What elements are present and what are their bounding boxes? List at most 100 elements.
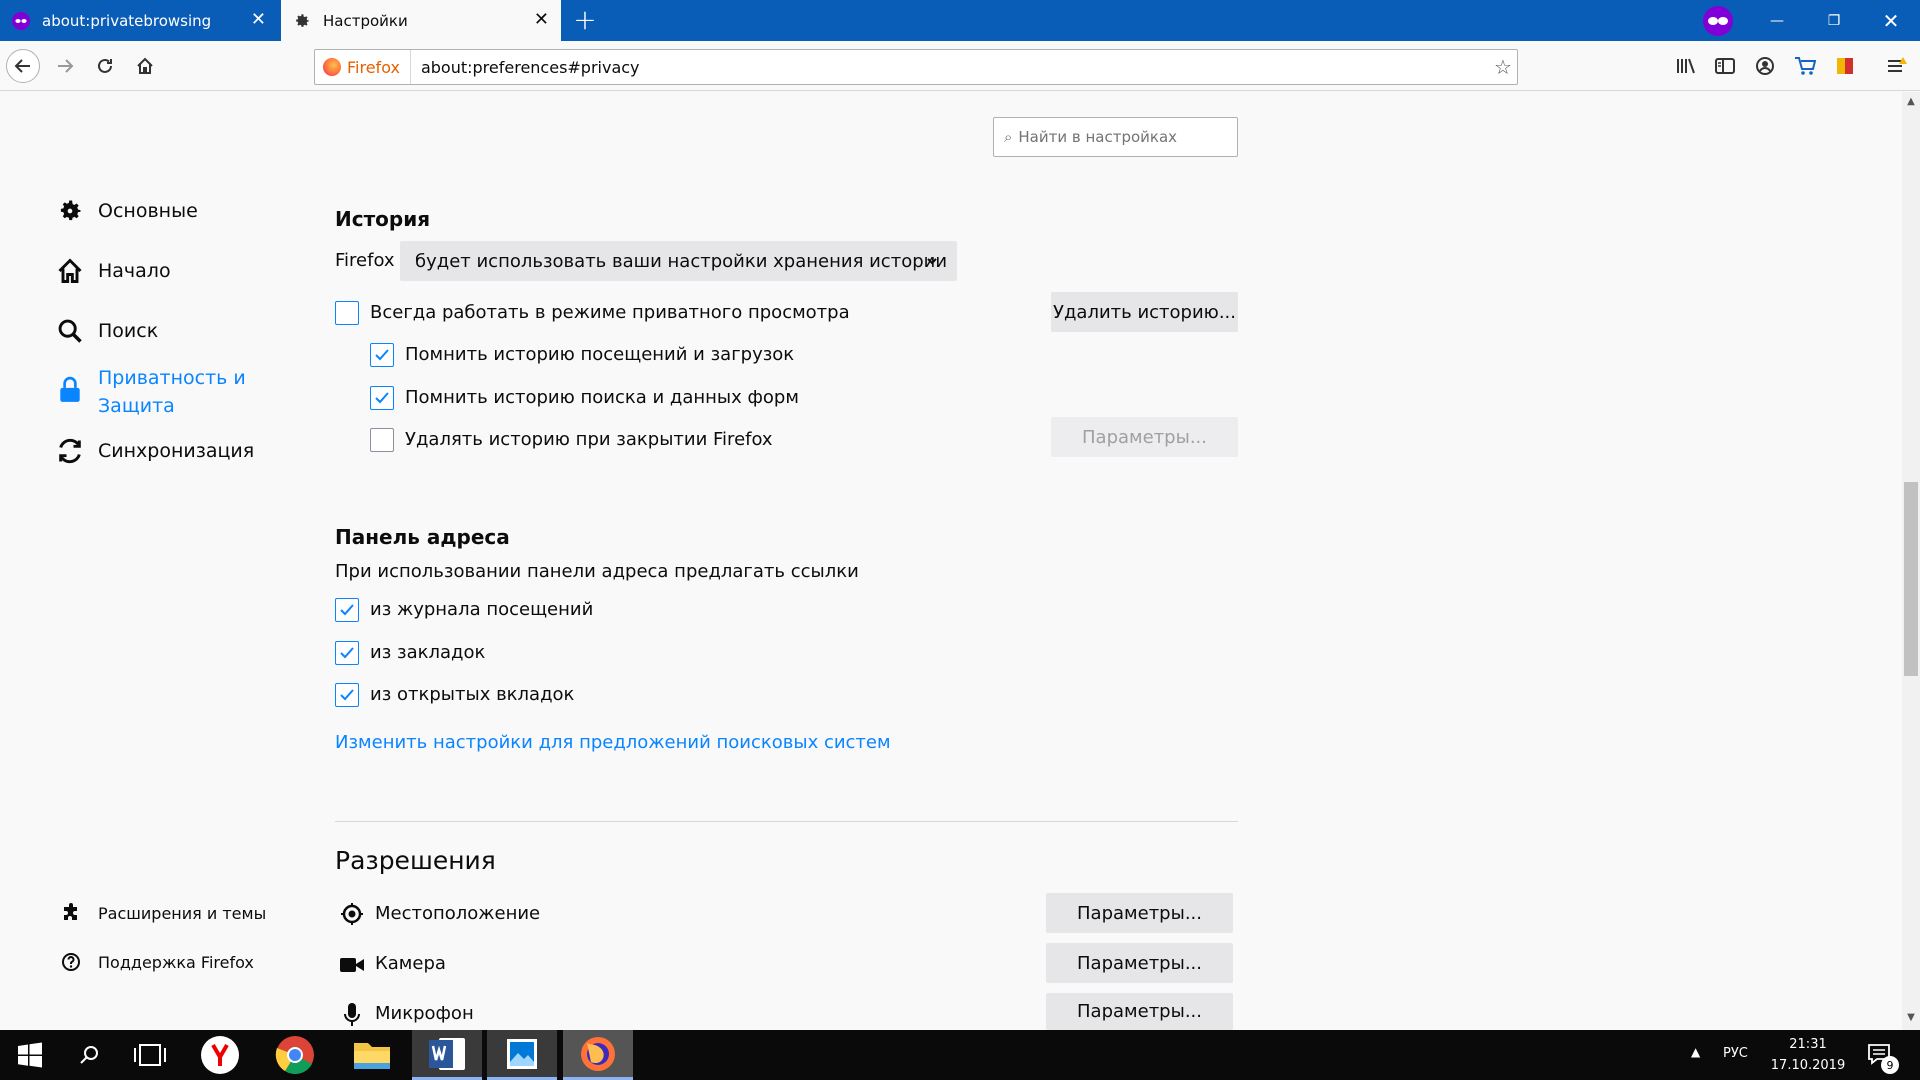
- url-text[interactable]: about:preferences#privacy: [411, 58, 1489, 77]
- tab-private-browsing[interactable]: about:privatebrowsing ✕: [0, 0, 278, 41]
- scroll-up-arrow-icon[interactable]: ▲: [1904, 96, 1918, 107]
- clear-on-close-checkbox[interactable]: [370, 428, 394, 452]
- permission-location-label: Местоположение: [375, 903, 541, 924]
- folder-icon: [354, 1043, 390, 1069]
- sidebar-item-search[interactable]: Поиск: [54, 315, 158, 347]
- clear-on-close-label: Удалять историю при закрытии Firefox: [405, 429, 773, 450]
- suggest-open-tabs-checkbox[interactable]: [335, 683, 359, 707]
- search-placeholder: Найти в настройках: [1018, 128, 1178, 146]
- home-icon: [137, 57, 153, 74]
- history-settings-button[interactable]: Параметры...: [1051, 417, 1238, 457]
- bookmark-extension-button[interactable]: [1828, 49, 1862, 83]
- menu-button[interactable]: [1880, 49, 1914, 83]
- microphone-settings-button[interactable]: Параметры...: [1046, 993, 1233, 1030]
- sidebar-footer-label: Расширения и темы: [98, 903, 267, 923]
- tray-overflow-icon[interactable]: ▲: [1691, 1045, 1700, 1059]
- notification-count-badge: 9: [1881, 1056, 1899, 1074]
- taskbar-file-explorer[interactable]: [342, 1030, 402, 1080]
- scrollbar-thumb[interactable]: [1904, 482, 1918, 676]
- taskbar-firefox[interactable]: [563, 1030, 633, 1080]
- url-bar[interactable]: Firefox about:preferences#privacy ☆: [314, 49, 1518, 85]
- taskbar-chrome[interactable]: [265, 1030, 325, 1080]
- start-button[interactable]: [0, 1030, 60, 1080]
- tab-label: Настройки: [323, 11, 408, 30]
- close-window-button[interactable]: ✕: [1863, 0, 1919, 41]
- suggest-bookmarks-checkbox[interactable]: [335, 641, 359, 665]
- new-tab-button[interactable]: +: [570, 6, 600, 36]
- sidebar-item-home[interactable]: Начало: [54, 255, 171, 287]
- address-bar-heading: Панель адреса: [335, 525, 510, 549]
- identity-label: Firefox: [347, 57, 400, 77]
- remember-search-checkbox[interactable]: [370, 386, 394, 410]
- sidebar-item-label: Основные: [98, 200, 198, 222]
- task-view-icon: [134, 1044, 166, 1066]
- scroll-down-arrow-icon[interactable]: ▼: [1904, 1012, 1918, 1023]
- home-button[interactable]: [128, 49, 162, 83]
- sidebar-footer-support[interactable]: Поддержка Firefox: [60, 952, 254, 972]
- gear-icon: [54, 195, 86, 227]
- close-tab-icon[interactable]: ✕: [534, 10, 549, 30]
- camera-icon: [338, 951, 366, 979]
- taskbar-search-button[interactable]: [60, 1030, 120, 1080]
- language-indicator[interactable]: РУС: [1723, 1046, 1748, 1061]
- sidebar-icon: [1715, 58, 1735, 74]
- sidebar-item-label: Начало: [98, 260, 171, 282]
- history-mode-value: будет использовать ваши настройки хранен…: [415, 250, 948, 272]
- suggest-history-label: из журнала посещений: [370, 599, 594, 620]
- search-suggestions-link[interactable]: Изменить настройки для предложений поиск…: [335, 732, 891, 753]
- remember-visits-label: Помнить историю посещений и загрузок: [405, 344, 795, 365]
- identity-box[interactable]: Firefox: [315, 50, 411, 84]
- checkmark-icon: [340, 647, 354, 659]
- taskbar-photos[interactable]: [487, 1030, 557, 1080]
- close-tab-icon[interactable]: ✕: [251, 10, 266, 30]
- section-divider: [335, 821, 1238, 822]
- preferences-page: [0, 92, 1902, 1030]
- suggest-bookmarks-label: из закладок: [370, 642, 486, 663]
- tab-strip: about:privatebrowsing ✕ Настройки ✕ + — …: [0, 0, 1920, 41]
- sidebar-item-sync[interactable]: Синхронизация: [54, 435, 254, 467]
- reload-icon: [98, 58, 112, 73]
- account-button[interactable]: [1748, 49, 1782, 83]
- sidebar-button[interactable]: [1708, 49, 1742, 83]
- reload-button[interactable]: [88, 49, 122, 83]
- library-button[interactable]: [1669, 49, 1703, 83]
- arrow-left-icon: [14, 59, 30, 73]
- firefox-icon: [581, 1036, 615, 1071]
- photos-icon: [507, 1038, 537, 1069]
- sidebar-item-general[interactable]: Основные: [54, 195, 198, 227]
- permission-microphone-label: Микрофон: [375, 1003, 474, 1024]
- forward-button[interactable]: [48, 49, 82, 83]
- always-private-label: Всегда работать в режиме приватного прос…: [370, 302, 850, 323]
- camera-settings-button[interactable]: Параметры...: [1046, 943, 1233, 983]
- navigation-toolbar: Firefox about:preferences#privacy ☆: [0, 41, 1920, 91]
- search-icon: ⌕: [1004, 128, 1013, 146]
- action-center-button[interactable]: 9: [1855, 1030, 1905, 1080]
- history-mode-select[interactable]: будет использовать ваши настройки хранен…: [400, 241, 957, 281]
- chrome-icon: [275, 1036, 314, 1075]
- task-view-button[interactable]: [120, 1030, 180, 1080]
- minimize-button[interactable]: —: [1749, 0, 1805, 41]
- hamburger-menu-icon: [1888, 57, 1907, 72]
- restore-button[interactable]: ❐: [1806, 0, 1862, 41]
- gear-icon: [293, 12, 311, 30]
- location-settings-button[interactable]: Параметры...: [1046, 893, 1233, 933]
- sidebar-footer-addons[interactable]: Расширения и темы: [60, 903, 266, 923]
- back-button[interactable]: [6, 49, 40, 83]
- remember-visits-checkbox[interactable]: [370, 343, 394, 367]
- clock[interactable]: 21:31 17.10.2019: [1768, 1034, 1848, 1076]
- taskbar-word[interactable]: [412, 1030, 482, 1080]
- history-prefix-label: Firefox: [335, 250, 395, 271]
- sidebar-item-label: Синхронизация: [98, 440, 255, 462]
- mask-icon: [12, 11, 30, 30]
- clear-history-button[interactable]: Удалить историю...: [1051, 292, 1238, 332]
- search-settings-input[interactable]: ⌕ Найти в настройках: [993, 117, 1238, 157]
- cart-extension-button[interactable]: [1788, 49, 1822, 83]
- sidebar-item-privacy[interactable]: Приватность и Защита: [54, 364, 248, 420]
- taskbar-yandex[interactable]: [190, 1030, 250, 1080]
- tab-settings[interactable]: Настройки ✕: [281, 0, 561, 41]
- clock-time: 21:31: [1789, 1037, 1827, 1052]
- suggest-history-checkbox[interactable]: [335, 598, 359, 622]
- always-private-checkbox[interactable]: [335, 301, 359, 325]
- location-icon: [338, 900, 366, 928]
- bookmark-star-icon[interactable]: ☆: [1489, 55, 1517, 79]
